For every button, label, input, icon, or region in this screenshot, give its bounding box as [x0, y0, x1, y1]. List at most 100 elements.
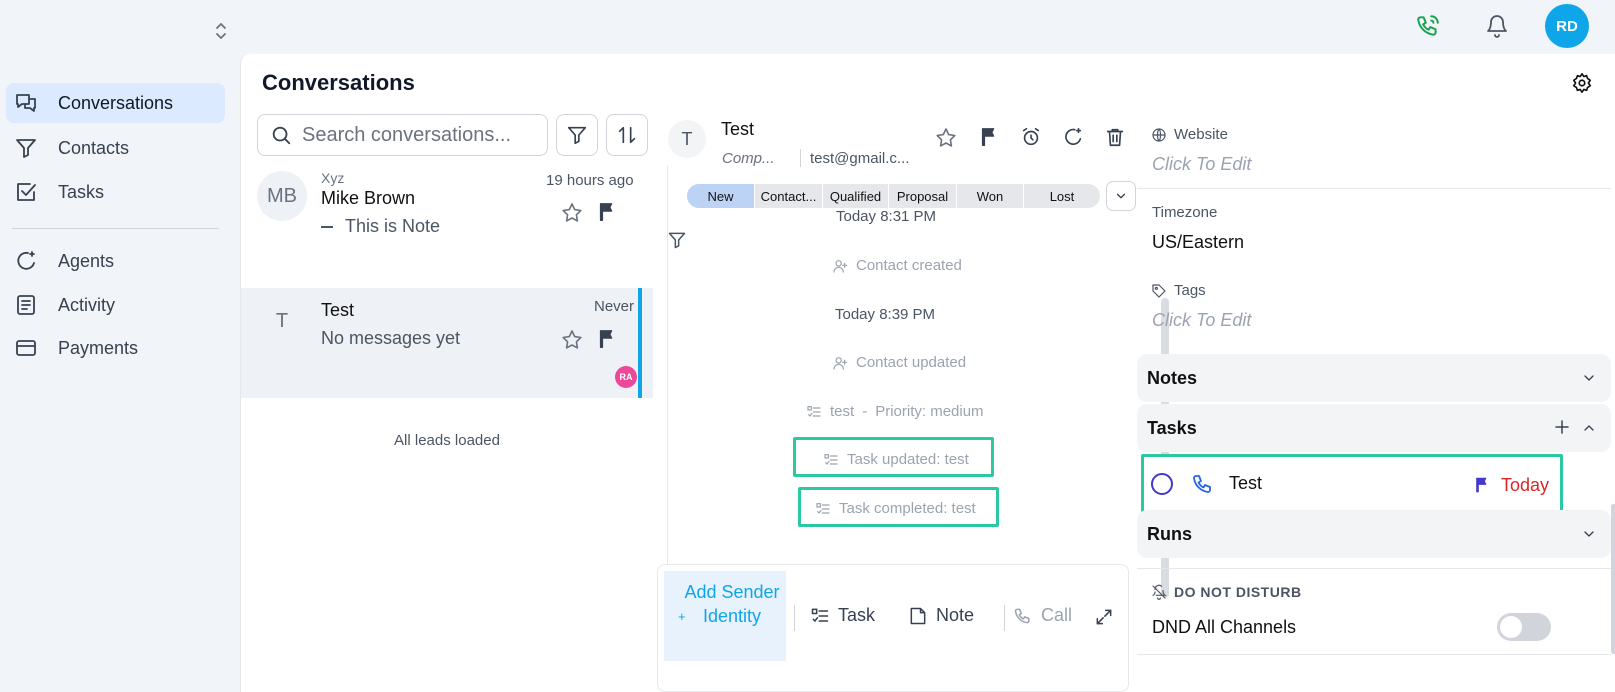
contact-company[interactable]: Comp...: [722, 150, 775, 167]
globe-icon: [1151, 127, 1167, 143]
timeline-filter-icon[interactable]: [667, 230, 687, 250]
task-complete-checkbox[interactable]: [1151, 473, 1173, 495]
call-button[interactable]: Call: [1013, 605, 1072, 626]
user-avatar[interactable]: RD: [1545, 4, 1589, 48]
pipeline-stage-proposal[interactable]: Proposal: [889, 184, 957, 208]
separator: [794, 605, 795, 631]
pipeline-stage-qualified[interactable]: Qualified: [823, 184, 889, 208]
notification-bell-icon[interactable]: [1481, 10, 1513, 42]
website-label: Website: [1151, 126, 1228, 143]
selected-indicator: [638, 288, 642, 398]
pipeline-stage-contacted[interactable]: Contact...: [755, 184, 823, 208]
star-icon[interactable]: [560, 201, 584, 225]
preview-text: This is Note: [345, 216, 441, 236]
timeline-event: test - Priority: medium: [806, 403, 984, 420]
search-icon: [270, 124, 292, 146]
sidebar-item-tasks[interactable]: Tasks: [6, 172, 225, 212]
alarm-clock-icon[interactable]: [1020, 126, 1042, 148]
top-bar: RD: [0, 0, 1615, 52]
search-input[interactable]: Search conversations...: [257, 114, 548, 156]
flag-icon[interactable]: [596, 201, 618, 223]
expand-icon[interactable]: [1094, 607, 1114, 627]
timeline-task-priority: Priority: medium: [875, 403, 984, 420]
timeline-separator: -: [862, 403, 868, 420]
plus-icon[interactable]: [1553, 418, 1571, 436]
sidebar-item-activity[interactable]: Activity: [6, 285, 225, 325]
chevron-down-icon: [1581, 526, 1597, 542]
contact-name[interactable]: Test: [721, 119, 754, 140]
star-icon[interactable]: [560, 328, 584, 352]
flag-icon[interactable]: [596, 328, 618, 350]
sidebar-item-conversations[interactable]: Conversations: [6, 83, 225, 123]
section-title: Tasks: [1147, 417, 1197, 438]
label-text: Tags: [1174, 282, 1206, 299]
contact-avatar: T: [668, 120, 706, 158]
dnd-all-channels-toggle[interactable]: [1497, 613, 1551, 641]
section-title: Notes: [1147, 367, 1198, 388]
right-panel-scrollbar[interactable]: [1611, 504, 1615, 654]
workspace-switcher-icon[interactable]: [214, 21, 228, 41]
timeline-event: Contact updated: [832, 354, 966, 371]
pipeline-dropdown[interactable]: [1106, 181, 1136, 211]
message-composer: + Add Sender Identity Task Note Call: [657, 564, 1129, 692]
sidebar-item-agents[interactable]: Agents: [6, 241, 225, 281]
assignee-avatar: RA: [615, 366, 637, 388]
task-row[interactable]: Test Today: [1137, 454, 1611, 514]
call-button-label: Call: [1041, 605, 1073, 625]
sidebar-divider: [12, 228, 219, 229]
filter-button[interactable]: [556, 114, 598, 156]
sidebar-item-payments[interactable]: Payments: [6, 328, 225, 368]
notes-section-header[interactable]: Notes: [1137, 354, 1611, 402]
sidebar-item-label: Payments: [58, 337, 139, 358]
gear-icon[interactable]: [1571, 72, 1595, 96]
divider: [1137, 188, 1611, 189]
dnd-heading: DO NOT DISTURB: [1151, 584, 1302, 600]
list-item[interactable]: MB Xyz Mike Brown This is Note 19 hours …: [241, 166, 653, 286]
label-text: Website: [1174, 126, 1228, 143]
conversation-preview: No messages yet: [321, 328, 461, 348]
star-icon[interactable]: [934, 126, 958, 150]
sidebar-item-contacts[interactable]: Contacts: [6, 128, 225, 168]
flag-icon[interactable]: [978, 126, 1000, 148]
timeline-timestamp: Today 8:31 PM: [836, 208, 937, 225]
pipeline-stage-won[interactable]: Won: [957, 184, 1024, 208]
list-item[interactable]: T Test No messages yet Never RA: [241, 288, 653, 398]
separator: [1004, 605, 1005, 631]
tags-field[interactable]: Click To Edit: [1152, 310, 1251, 331]
label-text: DO NOT DISTURB: [1174, 584, 1302, 600]
tag-icon: [1151, 283, 1167, 299]
pipeline-stage-new[interactable]: New: [687, 184, 755, 208]
sparkle-refresh-icon[interactable]: [1062, 126, 1084, 148]
runs-section-header[interactable]: Runs: [1137, 510, 1611, 558]
website-field[interactable]: Click To Edit: [1152, 154, 1251, 175]
timeline-event: Task completed: test: [815, 500, 976, 517]
task-button-label: Task: [838, 605, 876, 625]
task-button[interactable]: Task: [810, 605, 875, 626]
chevron-up-icon[interactable]: [1581, 420, 1597, 436]
sidebar-item-label: Agents: [58, 250, 115, 271]
sidebar-item-label: Activity: [58, 294, 116, 315]
sidebar-item-label: Conversations: [58, 92, 174, 113]
timeline-timestamp: Today 8:39 PM: [835, 306, 936, 323]
tasks-section-header[interactable]: Tasks: [1137, 404, 1611, 452]
phone-icon[interactable]: [1412, 10, 1444, 42]
conversation-name: Mike Brown: [321, 188, 416, 208]
sidebar-item-label: Tasks: [58, 181, 105, 202]
sort-button[interactable]: [606, 114, 648, 156]
avatar: T: [275, 309, 289, 332]
conversation-time: 19 hours ago: [546, 172, 634, 189]
pipeline-stage-lost[interactable]: Lost: [1024, 184, 1100, 208]
sidebar: Conversations Contacts Tasks Agents Acti…: [0, 52, 235, 692]
user-plus-icon: [832, 258, 848, 274]
note-button[interactable]: Note: [908, 605, 974, 626]
trash-icon[interactable]: [1104, 126, 1126, 148]
timezone-field[interactable]: US/Eastern: [1152, 232, 1244, 253]
separator: [800, 149, 801, 167]
funnel-icon: [566, 124, 588, 146]
conversation-time: Never: [594, 298, 635, 315]
timeline-event-text: Contact created: [856, 257, 962, 274]
task-due: Today: [1501, 475, 1550, 495]
contact-email[interactable]: test@gmail.c...: [810, 150, 909, 167]
add-sender-identity-button[interactable]: + Add Sender Identity: [664, 571, 786, 661]
chat-bubbles-icon: [14, 91, 38, 115]
